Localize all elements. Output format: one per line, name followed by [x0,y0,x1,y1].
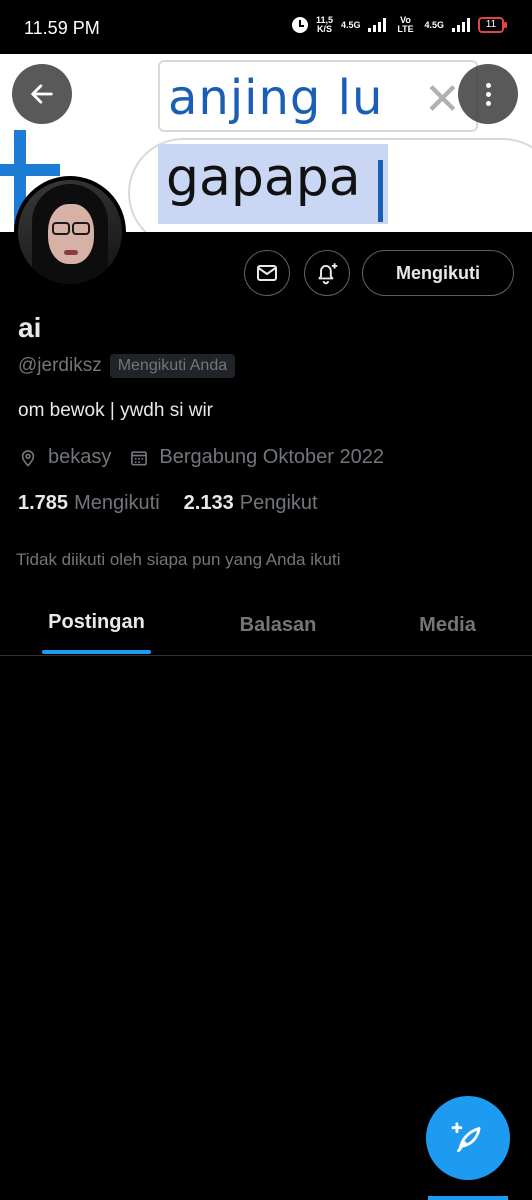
bottom-partial-element [428,1196,508,1200]
signal-icon [452,18,470,32]
join-date-text: Bergabung Oktober 2022 [159,446,384,468]
sim2-label: 4.5G [424,19,444,30]
following-count[interactable]: 1.785 [18,492,68,515]
banner-text-line2: gapapa [166,148,361,208]
status-icons: 11,5 K/S 4.5G Vo LTE 4.5G 11 [291,15,507,34]
following-label[interactable]: Mengikuti [74,492,160,515]
net-speed-unit: K/S [316,24,332,34]
banner-close-icon: ✕ [424,74,461,125]
user-handle: @jerdiksz [18,355,102,376]
message-button[interactable] [244,250,290,296]
followers-label[interactable]: Pengikut [240,492,318,515]
avatar[interactable] [14,176,126,288]
status-time: 11.59 PM [24,18,100,38]
status-bar: 11.59 PM 11,5 K/S 4.5G Vo LTE 4.5G 11 [0,0,532,54]
envelope-icon [257,265,277,281]
banner-plus-icon-bar [0,164,60,176]
banner-text-line1: anjing lu [168,70,384,126]
volte-label: Vo LTE [397,15,414,34]
profile-tabs: Postingan Balasan Media [0,596,532,656]
battery-level: 11 [485,19,497,30]
net-speed: 11,5 K/S [316,16,333,34]
compose-button[interactable] [426,1096,510,1180]
bell-plus-icon [318,263,338,285]
tab-replies-label: Balasan [239,614,317,636]
location-pin-icon [21,449,35,467]
compose-feather-icon [451,1122,481,1153]
arrow-left-icon [31,84,53,104]
handle-row: @jerdiksz Mengikuti Anda [18,354,236,378]
tab-media[interactable]: Media [363,596,532,655]
signal-icon [368,18,387,32]
location-text: bekasy [48,446,112,468]
more-vertical-icon [485,82,491,106]
display-name: ai [18,312,42,343]
back-button[interactable] [12,64,72,124]
alarm-icon [291,17,308,33]
avatar-photo [18,180,122,284]
notify-button[interactable] [304,250,350,296]
profile-meta: bekasy Bergabung Oktober 2022 [18,446,394,469]
calendar-icon [131,450,148,465]
bio: om bewok | ywdh si wir [18,400,213,421]
follow-stats: 1.785 Mengikuti 2.133 Pengikut [18,492,342,515]
follows-you-badge: Mengikuti Anda [109,354,236,378]
tab-replies[interactable]: Balasan [193,596,363,655]
tab-posts[interactable]: Postingan [0,596,193,655]
more-button[interactable] [458,64,518,124]
mutual-followers-note: Tidak diikuti oleh siapa pun yang Anda i… [16,550,341,569]
sim1-label: 4.5G [340,19,361,30]
banner-cursor [378,160,383,222]
tab-media-label: Media [419,614,476,636]
following-button[interactable]: Mengikuti [362,250,514,296]
battery-icon: 11 [478,17,507,33]
location: bekasy [18,446,111,469]
join-date: Bergabung Oktober 2022 [129,446,384,469]
tab-posts-label: Postingan [48,610,145,633]
followers-count[interactable]: 2.133 [184,492,234,515]
active-tab-indicator [42,650,151,654]
